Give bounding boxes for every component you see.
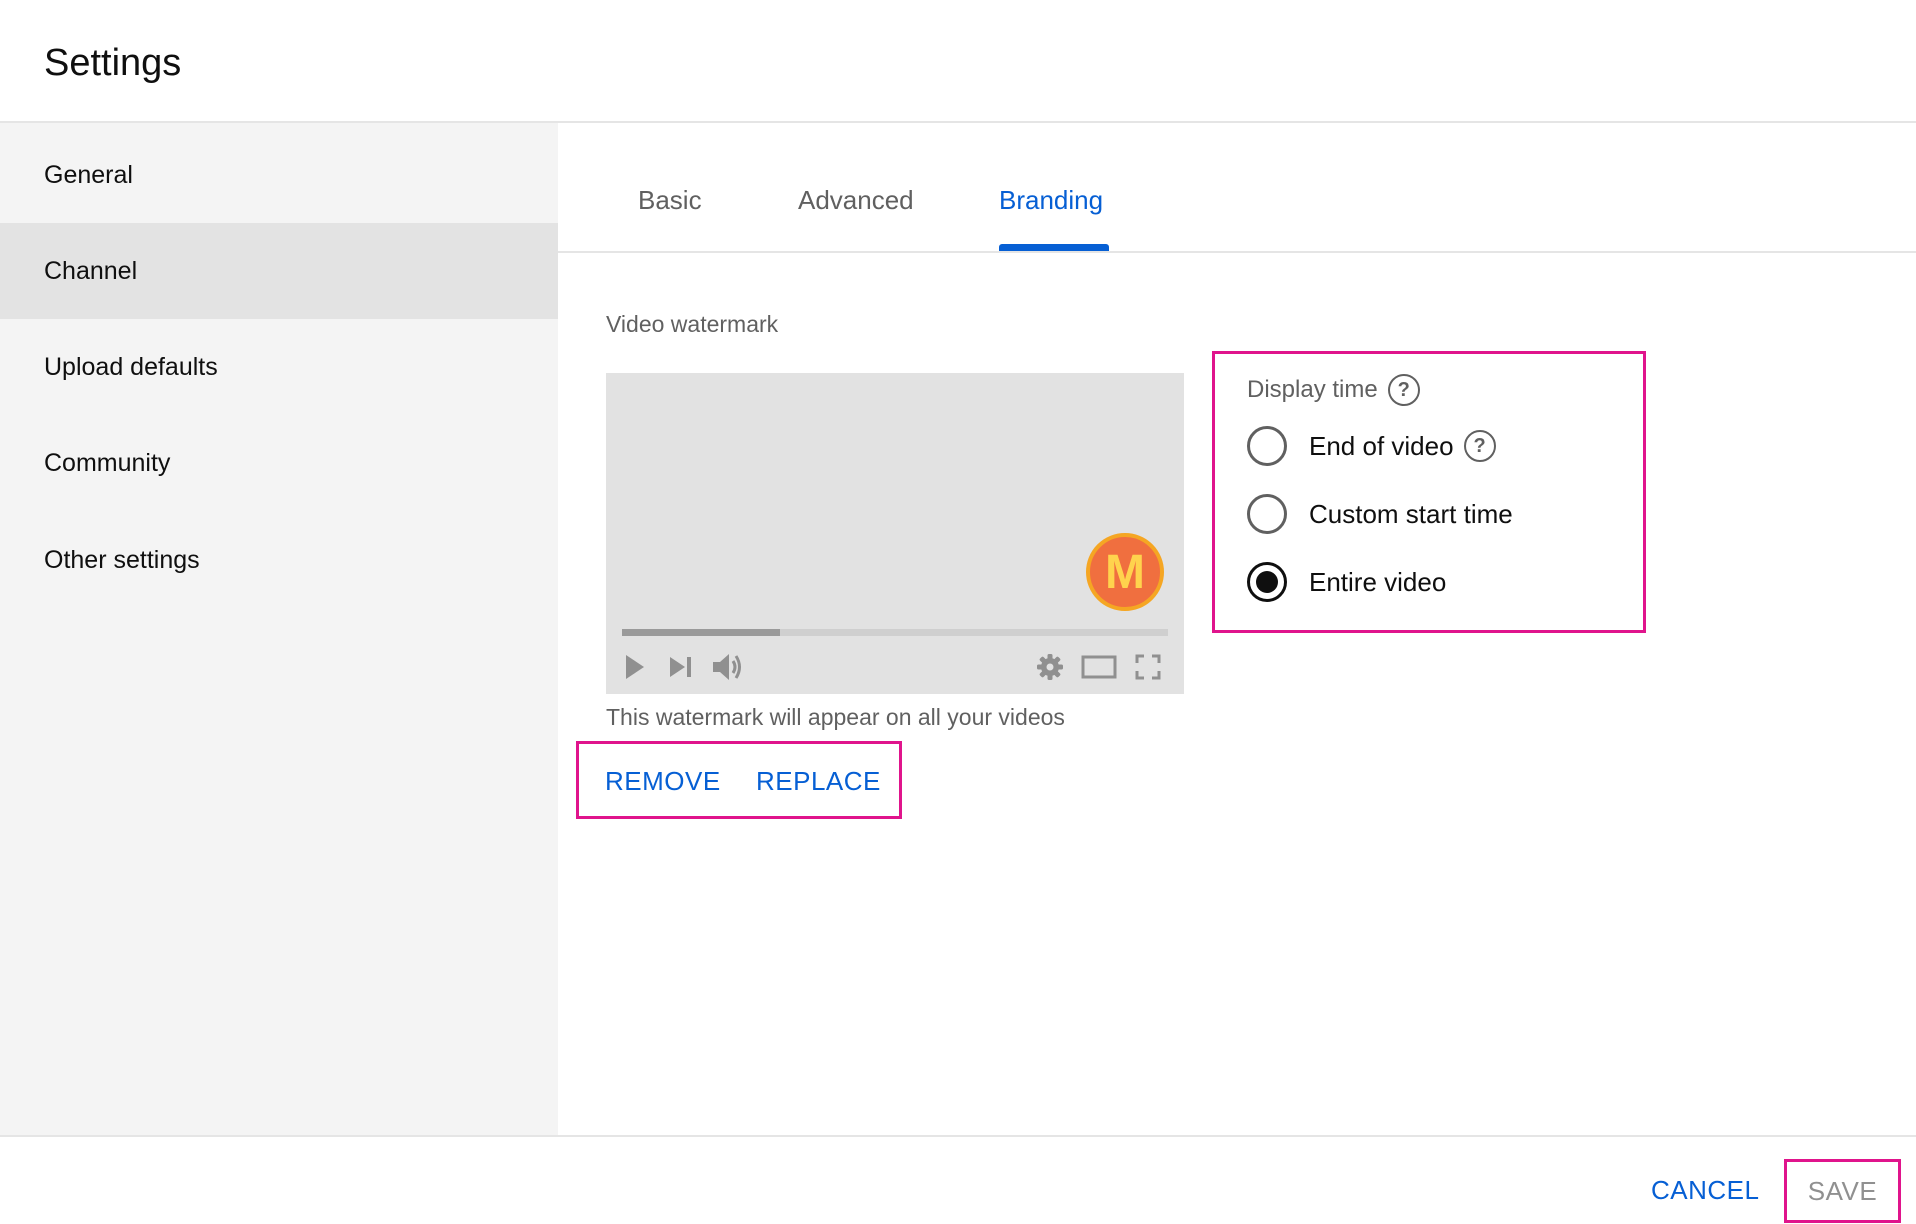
remove-button[interactable]: REMOVE (605, 766, 721, 797)
player-progress-bar (622, 629, 1168, 636)
tab-advanced[interactable]: Advanced (798, 185, 914, 216)
page-title: Settings (44, 42, 182, 84)
radio-button[interactable] (1247, 494, 1287, 534)
radio-option-end-of-video[interactable]: End of video ? (1247, 426, 1496, 466)
tab-basic[interactable]: Basic (638, 185, 702, 216)
theater-mode-icon (1080, 651, 1118, 683)
sidebar: General Channel Upload defaults Communit… (0, 123, 558, 1135)
replace-button[interactable]: REPLACE (756, 766, 881, 797)
help-icon[interactable]: ? (1387, 374, 1420, 406)
help-icon[interactable]: ? (1463, 430, 1496, 462)
watermark-logo: M (1086, 533, 1164, 611)
dialog-footer: CANCEL SAVE (0, 1135, 1916, 1224)
radio-label-row: End of video ? (1309, 430, 1496, 462)
radio-button-checked[interactable] (1247, 562, 1287, 602)
tab-bar: Basic Advanced Branding (558, 123, 1916, 253)
radio-label: End of video (1309, 430, 1454, 461)
watermark-preview-player: M (606, 373, 1184, 694)
volume-icon (710, 649, 746, 685)
radio-label: Custom start time (1309, 498, 1513, 529)
sidebar-item-channel[interactable]: Channel (0, 223, 558, 319)
watermark-logo-letter: M (1105, 545, 1145, 599)
settings-header: Settings (0, 0, 1916, 123)
radio-button[interactable] (1247, 426, 1287, 466)
sidebar-item-upload-defaults[interactable]: Upload defaults (0, 319, 558, 415)
sidebar-item-other-settings[interactable]: Other settings (0, 512, 558, 608)
skip-next-icon (666, 651, 696, 683)
cancel-button[interactable]: CANCEL (1651, 1175, 1759, 1206)
save-button[interactable]: SAVE (1808, 1176, 1877, 1207)
watermark-action-group: REMOVE REPLACE (576, 741, 902, 819)
player-progress-fill (622, 629, 781, 636)
tab-branding[interactable]: Branding (999, 185, 1103, 216)
radio-label: Entire video (1309, 566, 1447, 597)
radio-option-entire-video[interactable]: Entire video (1247, 562, 1446, 602)
display-time-group: Display time ? End of video ? Custom sta… (1212, 351, 1646, 633)
settings-gear-icon (1034, 651, 1066, 683)
main-content: Basic Advanced Branding Video watermark … (558, 123, 1916, 1135)
sidebar-item-general[interactable]: General (0, 127, 558, 223)
display-time-label-row: Display time ? (1247, 374, 1420, 406)
sidebar-item-community[interactable]: Community (0, 415, 558, 511)
display-time-label: Display time (1247, 376, 1378, 403)
video-watermark-label: Video watermark (606, 311, 779, 337)
save-button-highlight: SAVE (1784, 1159, 1901, 1223)
watermark-caption: This watermark will appear on all your v… (606, 704, 1065, 730)
play-icon (620, 651, 650, 683)
active-tab-indicator (999, 244, 1109, 251)
fullscreen-icon (1132, 651, 1164, 683)
radio-option-custom-start-time[interactable]: Custom start time (1247, 494, 1513, 534)
